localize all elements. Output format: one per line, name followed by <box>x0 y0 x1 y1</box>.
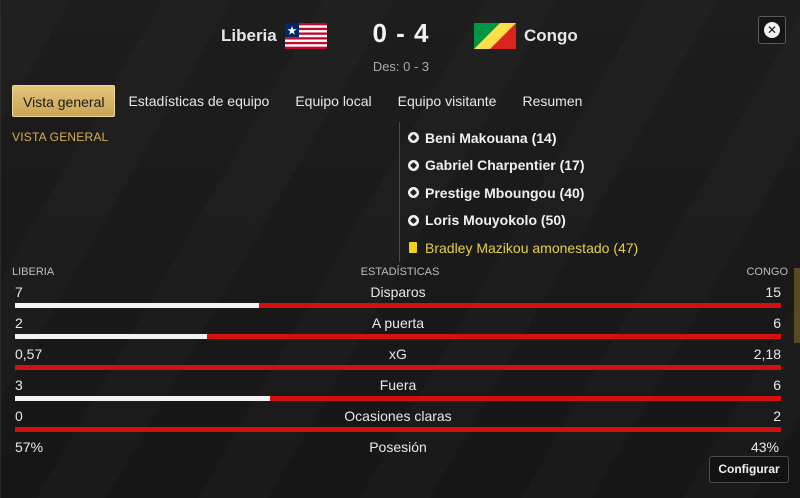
tab-equipo-visitante[interactable]: Equipo visitante <box>385 85 510 117</box>
goal-event-text: Loris Mouyokolo (50) <box>425 212 566 229</box>
tab-equipo-local[interactable]: Equipo local <box>282 85 384 117</box>
stat-bar-home-fill <box>15 334 207 339</box>
stat-row-posesion: 57% Posesión 43% <box>15 439 781 470</box>
goal-event-text: Prestige Mboungou (40) <box>425 184 585 201</box>
stat-label: Fuera <box>379 377 417 393</box>
goal-event: Beni Makouana (14) <box>408 124 788 152</box>
stat-away-value: 15 <box>765 284 781 300</box>
home-team-name: Liberia <box>221 26 277 45</box>
away-team: Congo <box>474 23 578 49</box>
tab-bar: Vista general Estadísticas de equipo Equ… <box>12 85 595 117</box>
tab-resumen[interactable]: Resumen <box>509 85 595 117</box>
stat-row-a-puerta: 2 A puerta 6 <box>15 315 781 346</box>
yellow-card-event: Bradley Mazikou amonestado (47) <box>408 234 788 262</box>
stat-label: Posesión <box>369 439 427 455</box>
configure-button[interactable]: Configurar <box>709 456 789 483</box>
goal-event: Gabriel Charpentier (17) <box>408 152 788 180</box>
stat-row-xg: 0,57 xG 2,18 <box>15 346 781 377</box>
match-events-list: Beni Makouana (14) Gabriel Charpentier (… <box>408 124 788 262</box>
tab-estadisticas-equipo[interactable]: Estadísticas de equipo <box>115 85 282 117</box>
halftime-score: Des: 0 - 3 <box>372 59 430 74</box>
goal-event: Prestige Mboungou (40) <box>408 179 788 207</box>
stat-bar-home-fill <box>15 303 259 308</box>
tab-vista-general[interactable]: Vista general <box>12 85 116 117</box>
card-event-text: Bradley Mazikou amonestado (47) <box>425 239 639 256</box>
stat-bar <box>15 334 781 339</box>
close-icon: ✕ <box>764 22 780 38</box>
stats-header: LIBERIA ESTADÍSTICAS CONGO <box>12 266 788 280</box>
stat-away-value: 2 <box>773 408 781 424</box>
liberia-flag-icon <box>284 23 327 49</box>
yellow-card-icon <box>409 242 417 254</box>
match-overview-panel: Liberia 0 - 4 Des: 0 - 3 Congo ✕ Vista g… <box>0 0 800 498</box>
stat-away-value: 6 <box>773 315 781 331</box>
stat-away-value: 2,18 <box>753 346 781 362</box>
goal-event-text: Gabriel Charpentier (17) <box>425 157 585 174</box>
congo-flag-icon <box>474 23 516 49</box>
scrollbar[interactable] <box>794 268 800 343</box>
goal-event-text: Beni Makouana (14) <box>425 129 557 146</box>
section-title: VISTA GENERAL <box>12 130 109 144</box>
goal-event: Loris Mouyokolo (50) <box>408 207 788 235</box>
stat-bar <box>15 365 781 370</box>
stat-row-fuera: 3 Fuera 6 <box>15 377 781 408</box>
stat-away-value: 6 <box>773 377 781 393</box>
home-team: Liberia <box>221 23 327 49</box>
close-button[interactable]: ✕ <box>758 16 786 44</box>
stats-away-header: CONGO <box>746 266 788 278</box>
stat-label: xG <box>389 346 407 362</box>
football-icon <box>408 159 419 171</box>
stat-bar-home-fill <box>15 396 271 401</box>
stat-row-disparos: 7 Disparos 15 <box>15 284 781 315</box>
football-icon <box>408 214 419 226</box>
stat-away-value: 43% <box>750 439 779 455</box>
stat-bar <box>15 396 781 401</box>
football-icon <box>408 132 419 144</box>
stat-label: Disparos <box>370 284 426 300</box>
away-team-name: Congo <box>524 26 578 45</box>
stat-label: Ocasiones claras <box>344 408 452 424</box>
stats-title: ESTADÍSTICAS <box>360 266 440 278</box>
stat-row-ocasiones-claras: 0 Ocasiones claras 2 <box>15 408 781 439</box>
stat-label: A puerta <box>371 315 425 331</box>
match-score: 0 - 4 <box>372 18 430 48</box>
stat-bar <box>15 427 781 432</box>
events-divider <box>399 122 400 262</box>
stat-bar <box>15 303 781 308</box>
football-icon <box>408 187 419 199</box>
